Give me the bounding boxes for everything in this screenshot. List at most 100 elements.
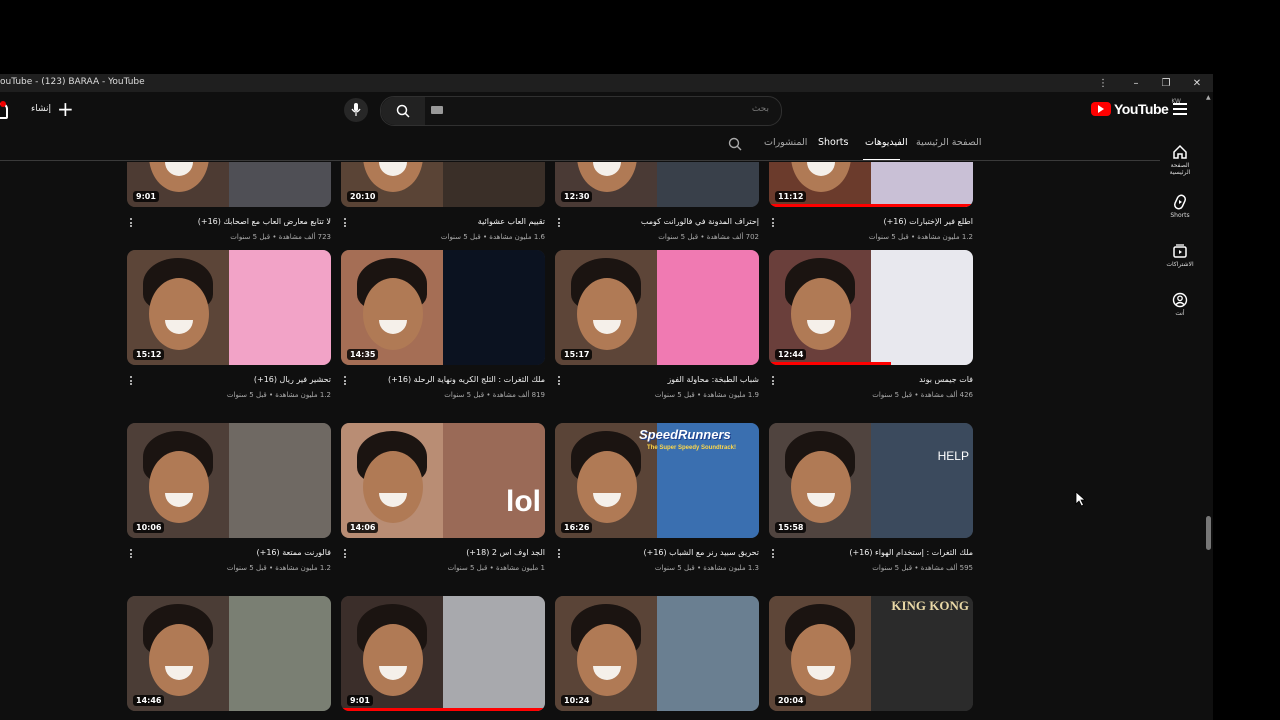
person-face	[791, 624, 851, 696]
video-thumbnail[interactable]: 10:24	[555, 596, 759, 711]
tab-home[interactable]: الصفحة الرئيسية	[916, 137, 982, 148]
speedrunners-title-text: SpeedRunners	[639, 427, 731, 442]
more-actions-icon[interactable]	[344, 376, 348, 387]
video-title[interactable]: ملك الثغرات : الثلج الكريه ونهاية الرحلة…	[365, 375, 545, 384]
video-duration: 15:17	[561, 349, 593, 360]
more-actions-icon[interactable]	[558, 376, 562, 387]
search-box[interactable]: بحث	[380, 96, 782, 126]
tab-videos[interactable]: الفيديوهات	[865, 137, 908, 148]
video-thumbnail[interactable]: 15:12	[127, 250, 331, 365]
video-metadata: 1.9 مليون مشاهدة • قبل 5 سنوات	[654, 391, 759, 399]
guide-home[interactable]: الصفحة الرئيسية	[1160, 144, 1200, 176]
video-thumbnail[interactable]: 14:35	[341, 250, 545, 365]
video-thumbnail[interactable]: 15:17	[555, 250, 759, 365]
thumbnail-right-panel	[443, 423, 545, 538]
video-thumbnail[interactable]: 20:04 KING KONG	[769, 596, 973, 711]
keyboard-icon[interactable]	[431, 106, 443, 114]
video-title[interactable]: تحريق سبيد رنر مع الشباب (16+)	[579, 548, 759, 557]
voice-search-button[interactable]	[344, 98, 368, 122]
video-title[interactable]: تحشير فير ريال (16+)	[151, 375, 331, 384]
restore-button[interactable]: ❐	[1151, 74, 1181, 92]
more-actions-icon[interactable]	[772, 218, 776, 229]
window-titlebar: ouTube - (123) BARAA - YouTube ⋮ – ❐ ✕	[0, 74, 1213, 92]
kingkong-title-text: KING KONG	[891, 598, 969, 613]
more-actions-icon[interactable]	[130, 376, 134, 387]
video-thumbnail[interactable]: 9:01	[341, 596, 545, 711]
video-title[interactable]: اطلع فير الإختبارات (16+)	[793, 217, 973, 226]
channel-search-icon[interactable]	[728, 137, 742, 151]
video-thumbnail[interactable]: 12:30	[555, 162, 759, 207]
more-actions-icon[interactable]	[344, 549, 348, 560]
create-button[interactable]: إنشاء +	[31, 99, 74, 119]
more-actions-icon[interactable]	[130, 549, 134, 560]
video-duration: 15:12	[133, 349, 165, 360]
tab-shorts[interactable]: Shorts	[818, 137, 848, 148]
person-face	[363, 278, 423, 350]
video-duration: 14:46	[133, 695, 165, 706]
logo-text: YouTube	[1114, 101, 1169, 117]
window-title: ouTube - (123) BARAA - YouTube	[0, 77, 145, 87]
more-actions-icon[interactable]	[558, 218, 562, 229]
watch-progress-bar	[769, 362, 892, 365]
video-duration: 11:12	[775, 191, 807, 202]
video-title[interactable]: فات جيمس بوند	[793, 375, 973, 384]
menu-hamburger-icon[interactable]	[1173, 103, 1187, 118]
page-scrollbar[interactable]: ▲	[1205, 92, 1213, 720]
video-thumbnail[interactable]: 9:01	[127, 162, 331, 207]
video-duration: 14:06	[347, 522, 379, 533]
youtube-logo[interactable]: YouTube KW	[1091, 98, 1181, 117]
thumbnail-right-panel	[657, 250, 759, 365]
window-menu-button[interactable]: ⋮	[1088, 74, 1118, 92]
video-thumbnail[interactable]: 12:44	[769, 250, 973, 365]
shorts-icon	[1173, 194, 1187, 210]
more-actions-icon[interactable]	[772, 376, 776, 387]
person-face	[577, 278, 637, 350]
guide-you[interactable]: أنت	[1160, 292, 1200, 317]
tab-posts[interactable]: المنشورات	[764, 137, 807, 148]
video-title[interactable]: ملك الثغرات : إستخدام الهواء (16+)	[793, 548, 973, 557]
video-thumbnail[interactable]: 14:06 lol	[341, 423, 545, 538]
scroll-up-arrow-icon[interactable]: ▲	[1206, 94, 1211, 101]
person-face	[149, 451, 209, 523]
notification-badge	[0, 101, 6, 107]
search-button[interactable]	[381, 97, 425, 125]
video-title[interactable]: الجد اوف اس 2 (18+)	[365, 548, 545, 557]
person-face	[363, 451, 423, 523]
video-duration: 10:06	[133, 522, 165, 533]
youtube-play-icon	[1091, 102, 1111, 116]
guide-home-label: الصفحة الرئيسية	[1169, 162, 1191, 176]
video-thumbnail[interactable]: 14:46	[127, 596, 331, 711]
person-face	[149, 278, 209, 350]
thumbnail-right-panel	[871, 162, 973, 207]
thumbnail-right-panel	[657, 596, 759, 711]
scrollbar-thumb[interactable]	[1206, 516, 1211, 550]
video-duration: 10:24	[561, 695, 593, 706]
minimize-button[interactable]: –	[1121, 74, 1151, 92]
close-button[interactable]: ✕	[1182, 74, 1212, 92]
video-duration: 16:26	[561, 522, 593, 533]
video-duration: 9:01	[133, 191, 159, 202]
person-face	[577, 451, 637, 523]
video-title[interactable]: تقييم العاب عشوائية	[365, 217, 545, 226]
search-input[interactable]: بحث	[752, 104, 769, 114]
video-title[interactable]: فالورنت ممتعة (16+)	[151, 548, 331, 557]
more-actions-icon[interactable]	[130, 218, 134, 229]
video-metadata: 426 ألف مشاهدة • قبل 5 سنوات	[872, 391, 973, 399]
video-thumbnail[interactable]: 16:26 SpeedRunners The Super Speedy Soundt…	[555, 423, 759, 538]
thumbnail-right-panel	[229, 423, 331, 538]
guide-shorts[interactable]: Shorts	[1160, 194, 1200, 219]
more-actions-icon[interactable]	[344, 218, 348, 229]
more-actions-icon[interactable]	[772, 549, 776, 560]
video-thumbnail[interactable]: 20:10	[341, 162, 545, 207]
more-actions-icon[interactable]	[558, 549, 562, 560]
video-thumbnail[interactable]: 11:12	[769, 162, 973, 207]
video-thumbnail[interactable]: 15:58 HELP	[769, 423, 973, 538]
person-face	[577, 624, 637, 696]
thumbnail-right-panel	[657, 162, 759, 207]
video-title[interactable]: شباب الطبخة: محاولة الفوز	[579, 375, 759, 384]
video-thumbnail[interactable]: 10:06	[127, 423, 331, 538]
video-metadata: 723 ألف مشاهدة • قبل 5 سنوات	[230, 233, 331, 241]
video-title[interactable]: لا تتابع معارض العاب مع اصحابك (16+)	[151, 217, 331, 226]
guide-subscriptions[interactable]: الاشتراكات	[1160, 243, 1200, 268]
video-title[interactable]: إحتراف المدونة في فالورانت كومب	[579, 217, 759, 226]
